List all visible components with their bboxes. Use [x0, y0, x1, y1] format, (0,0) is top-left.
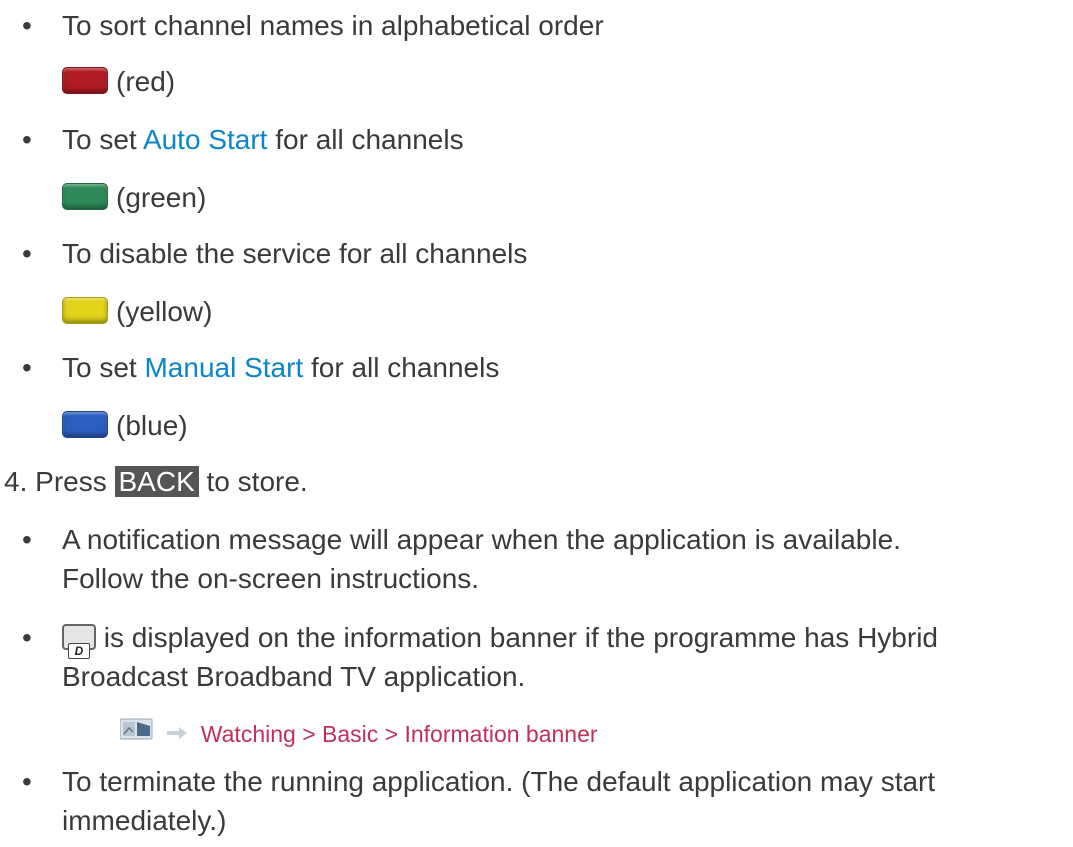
d-icon-letter: D: [68, 642, 90, 659]
text-pre: To set: [62, 352, 145, 383]
note-line-1: is displayed on the information banner i…: [96, 622, 938, 653]
green-button-icon: [62, 183, 108, 211]
arrow-right-icon: [166, 713, 188, 752]
blue-button-icon: [62, 411, 108, 439]
red-label: (red): [116, 66, 176, 97]
green-label: (green): [116, 182, 207, 213]
note-line-2: Broadcast Broadband TV application.: [62, 661, 526, 692]
auto-start-link[interactable]: Auto Start: [143, 124, 268, 155]
red-button-row: (red): [62, 62, 175, 102]
bullet: •: [22, 10, 32, 41]
manual-start-link[interactable]: Manual Start: [144, 352, 303, 383]
item-text: To sort channel names in alphabetical or…: [62, 10, 604, 41]
note-text: D is displayed on the information banner…: [62, 618, 1062, 696]
note-line-1: A notification message will appear when …: [62, 524, 901, 555]
bullet: •: [22, 238, 32, 269]
step-4: 4. Press BACK to store.: [4, 462, 308, 501]
text-post: for all channels: [267, 124, 464, 155]
reference-row: Watching > Basic > Information banner: [119, 713, 598, 755]
red-button-icon: [62, 67, 108, 95]
step-number: 4.: [4, 466, 28, 497]
green-button-row: (green): [62, 178, 206, 218]
yellow-label: (yellow): [116, 296, 213, 327]
step-text-post: to store.: [198, 466, 308, 497]
data-d-icon: D: [62, 623, 96, 659]
note-text: To terminate the running application. (T…: [62, 762, 1062, 840]
note-line-2: immediately.): [62, 805, 227, 836]
item-text: To set Manual Start for all channels: [62, 348, 1062, 387]
bullet: •: [22, 352, 32, 383]
note-text: A notification message will appear when …: [62, 520, 1062, 598]
yellow-button-icon: [62, 297, 108, 325]
blue-button-row: (blue): [62, 406, 188, 446]
item-text: To disable the service for all channels: [62, 238, 528, 269]
reference-link[interactable]: Watching > Basic > Information banner: [201, 721, 598, 747]
ehelp-book-icon: [119, 713, 154, 752]
bullet: •: [22, 766, 32, 797]
text-pre: To set: [62, 124, 143, 155]
yellow-button-row: (yellow): [62, 292, 212, 332]
blue-label: (blue): [116, 410, 188, 441]
text-post: for all channels: [303, 352, 500, 383]
note-line-1: To terminate the running application. (T…: [62, 766, 936, 797]
bullet: •: [22, 124, 32, 155]
note-line-2: Follow the on-screen instructions.: [62, 563, 480, 594]
bullet: •: [22, 524, 32, 555]
bullet: •: [22, 622, 32, 653]
item-text: To set Auto Start for all channels: [62, 120, 1062, 159]
back-button-label: BACK: [114, 466, 199, 497]
step-text-pre: Press: [35, 466, 115, 497]
